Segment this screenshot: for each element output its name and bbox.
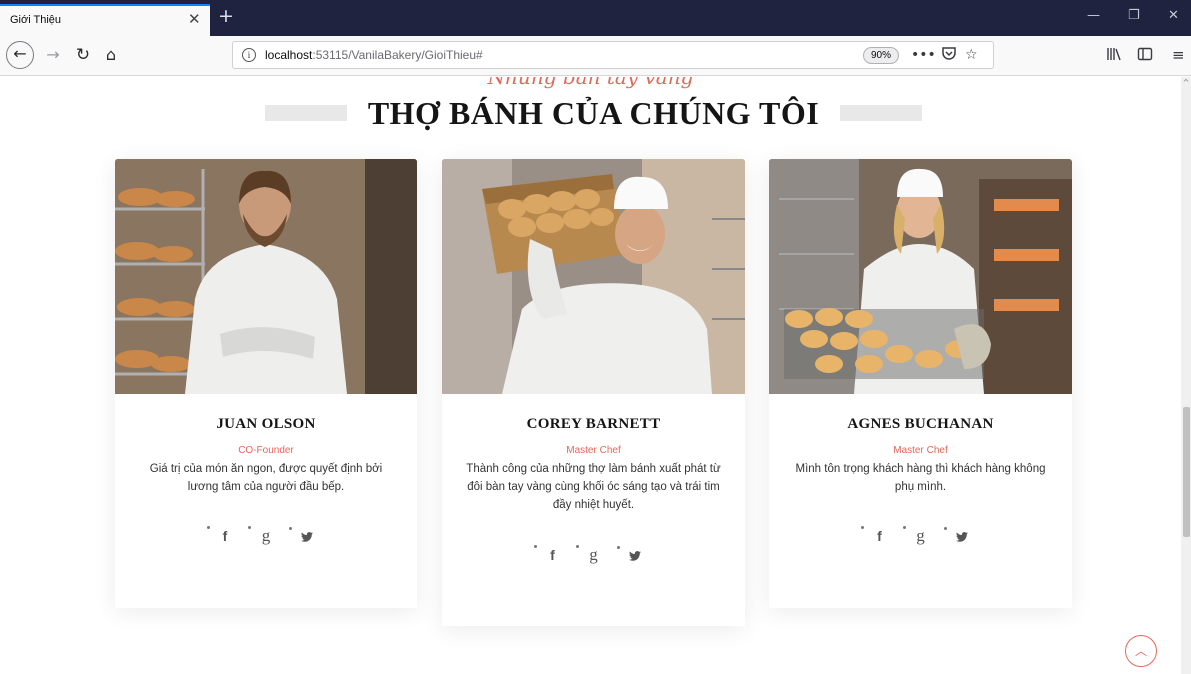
chef-description: Giá trị của món ăn ngon, được quyết định… bbox=[149, 463, 383, 493]
url-path: :53115/VanilaBakery/GioiThieu# bbox=[312, 48, 483, 62]
chef-card: AGNES BUCHANAN Master Chef Mình tôn trọn… bbox=[769, 159, 1072, 608]
page-content: Những bàn tay vàng THỢ BÁNH CỦA CHÚNG TÔ… bbox=[0, 77, 1181, 674]
google-plus-icon[interactable]: g bbox=[902, 524, 939, 548]
section-subtitle: Những bàn tay vàng bbox=[487, 77, 694, 89]
url-host: localhost bbox=[265, 48, 313, 62]
google-plus-icon[interactable]: g bbox=[575, 543, 612, 567]
chef-info: JUAN OLSON CO-Founder Giá trị của món ăn… bbox=[115, 394, 417, 608]
browser-tab[interactable]: Giới Thiệu ✕ bbox=[0, 4, 210, 36]
chef-name: AGNES BUCHANAN bbox=[847, 416, 994, 432]
browser-tab-bar: Giới Thiệu ✕ + — ❐ ✕ bbox=[0, 0, 1191, 36]
chef-name: COREY BARNETT bbox=[526, 416, 661, 432]
twitter-icon[interactable] bbox=[943, 525, 980, 549]
chef-role: Master Chef bbox=[566, 445, 621, 456]
minimize-button[interactable]: — bbox=[1087, 9, 1100, 23]
forward-arrow-icon[interactable]: → bbox=[42, 42, 64, 68]
bookmark-star-icon[interactable]: ☆ bbox=[965, 45, 978, 65]
browser-nav-bar: ← → ↻ ⌂ i localhost:53115/VanilaBakery/G… bbox=[0, 36, 1191, 76]
twitter-icon[interactable] bbox=[289, 525, 325, 549]
home-icon[interactable]: ⌂ bbox=[100, 42, 122, 68]
section-title: THỢ BÁNH CỦA CHÚNG TÔI bbox=[367, 95, 820, 131]
title-divider-right bbox=[840, 105, 922, 121]
close-window-button[interactable]: ✕ bbox=[1168, 9, 1179, 23]
facebook-icon[interactable]: f bbox=[534, 543, 570, 567]
chef-info: AGNES BUCHANAN Master Chef Mình tôn trọn… bbox=[769, 394, 1072, 608]
sidebar-icon[interactable] bbox=[1137, 46, 1153, 66]
google-plus-icon[interactable]: g bbox=[248, 524, 284, 548]
facebook-icon[interactable]: f bbox=[206, 524, 243, 548]
facebook-icon[interactable]: f bbox=[861, 524, 897, 548]
chef-photo bbox=[442, 159, 745, 394]
reload-icon[interactable]: ↻ bbox=[72, 42, 94, 68]
social-links: f g bbox=[769, 524, 1072, 548]
chef-name: JUAN OLSON bbox=[216, 416, 316, 432]
chef-photo bbox=[115, 159, 417, 394]
scrollbar-thumb[interactable] bbox=[1183, 407, 1190, 537]
library-icon[interactable] bbox=[1106, 46, 1122, 66]
chef-photo bbox=[769, 159, 1072, 394]
chef-role: CO-Founder bbox=[238, 445, 294, 456]
title-divider-left bbox=[265, 105, 347, 121]
restore-button[interactable]: ❐ bbox=[1128, 9, 1140, 23]
site-info-icon[interactable]: i bbox=[242, 48, 256, 62]
url-bar[interactable]: i localhost:53115/VanilaBakery/GioiThieu… bbox=[232, 41, 994, 69]
chef-description: Thành công của những thợ làm bánh xuất p… bbox=[466, 463, 721, 511]
chef-card: JUAN OLSON CO-Founder Giá trị của món ăn… bbox=[115, 159, 417, 608]
social-links: f g bbox=[442, 543, 745, 567]
section-heading: THỢ BÁNH CỦA CHÚNG TÔI bbox=[0, 95, 1181, 131]
social-links: f g bbox=[115, 524, 417, 548]
zoom-level-badge[interactable]: 90% bbox=[863, 47, 899, 64]
page-scrollbar[interactable]: ^ bbox=[1181, 77, 1191, 674]
chef-info: COREY BARNETT Master Chef Thành công của… bbox=[442, 394, 745, 626]
twitter-icon[interactable] bbox=[616, 544, 653, 568]
new-tab-button[interactable]: + bbox=[218, 6, 234, 26]
back-to-top-button[interactable]: ︿ bbox=[1125, 635, 1157, 667]
menu-icon[interactable]: ≡ bbox=[1172, 46, 1185, 64]
chef-description: Mình tôn trọng khách hàng thì khách hàng… bbox=[795, 463, 1046, 493]
tab-close-icon[interactable]: ✕ bbox=[188, 11, 201, 27]
chef-card: COREY BARNETT Master Chef Thành công của… bbox=[442, 159, 745, 626]
url-text[interactable]: localhost:53115/VanilaBakery/GioiThieu# bbox=[265, 48, 483, 62]
page-actions-icon[interactable]: ••• bbox=[911, 45, 936, 65]
scroll-up-arrow-icon[interactable]: ^ bbox=[1181, 77, 1191, 89]
pocket-icon[interactable] bbox=[941, 45, 957, 67]
tab-title: Giới Thiệu bbox=[10, 14, 62, 26]
back-arrow-icon[interactable]: ← bbox=[6, 41, 34, 69]
chef-role: Master Chef bbox=[893, 445, 948, 456]
